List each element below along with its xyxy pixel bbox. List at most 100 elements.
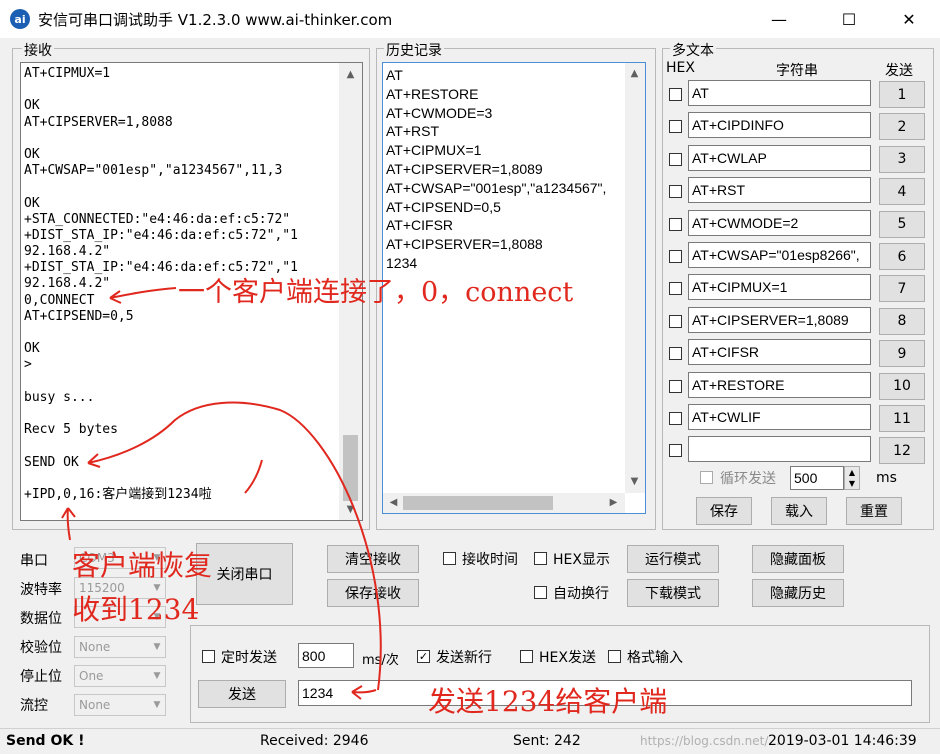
hex-checkbox-7[interactable] [669,282,682,296]
history-item[interactable]: AT+RST [386,122,622,141]
multitext-input-5[interactable]: AT+CWMODE=2 [688,209,871,236]
reset-multitext-button[interactable]: 重置 [846,497,902,525]
databits-label: 数据位 [20,611,62,627]
receive-line [24,82,298,98]
scroll-right-icon[interactable]: ▶ [605,494,622,511]
ai-thinker-logo-icon: ai [10,9,30,29]
multitext-send-button-3[interactable]: 3 [879,145,925,173]
hex-checkbox-10[interactable] [669,379,682,393]
maximize-button[interactable]: ☐ [826,0,872,38]
multitext-send-button-9[interactable]: 9 [879,340,925,368]
send-button[interactable]: 发送 [198,680,286,708]
loop-interval-input[interactable]: 500 [790,466,844,490]
download-mode-button[interactable]: 下载模式 [627,579,719,607]
history-vscrollbar[interactable]: ▲ ▼ [625,63,645,493]
multitext-send-button-4[interactable]: 4 [879,178,925,206]
multitext-input-7[interactable]: AT+CIPMUX=1 [688,274,871,301]
scroll-thumb[interactable] [343,435,358,501]
recv-time-checkbox[interactable] [443,552,456,565]
multitext-input-3[interactable]: AT+CWLAP [688,144,871,171]
hex-checkbox-2[interactable] [669,120,682,134]
history-item[interactable]: AT [386,66,622,85]
history-item[interactable]: AT+CWMODE=3 [386,104,622,123]
annotation-client-reply-2: 收到1234 [72,593,200,626]
multitext-input-6[interactable]: AT+CWSAP="01esp8266", [688,242,871,268]
chevron-down-icon: ▼ [153,700,161,710]
stopbits-select[interactable]: One ▼ [74,665,166,687]
hex-checkbox-4[interactable] [669,185,682,199]
run-mode-button[interactable]: 运行模式 [627,545,719,573]
multitext-send-button-6[interactable]: 6 [879,243,925,270]
hex-checkbox-9[interactable] [669,347,682,361]
multitext-send-button-8[interactable]: 8 [879,307,925,335]
hex-send-label: HEX发送 [539,650,596,666]
multitext-input-9[interactable]: AT+CIFSR [688,339,871,366]
multitext-title: 多文本 [670,40,716,60]
multitext-send-button-1[interactable]: 1 [879,81,925,108]
loop-interval-spinner[interactable]: ▲ ▼ [844,466,860,490]
multitext-input-4[interactable]: AT+RST [688,177,871,204]
timed-send-checkbox[interactable] [202,650,215,663]
multitext-send-button-7[interactable]: 7 [879,275,925,303]
format-input-checkbox[interactable] [608,650,621,663]
multitext-input-11[interactable]: AT+CWLIF [688,404,871,430]
timed-send-label: 定时发送 [221,650,277,666]
history-item[interactable]: AT+CIPMUX=1 [386,141,622,160]
save-multitext-button[interactable]: 保存 [696,497,752,525]
hide-history-button[interactable]: 隐藏历史 [752,579,844,607]
multitext-send-button-11[interactable]: 11 [879,405,925,432]
scroll-up-icon[interactable]: ▲ [626,65,643,82]
receive-line [24,406,298,422]
receive-line: +STA_CONNECTED:"e4:46:da:ef:c5:72" [24,211,291,227]
load-multitext-button[interactable]: 载入 [771,497,827,525]
history-item[interactable]: AT+CIFSR [386,216,622,235]
flow-select[interactable]: None ▼ [74,694,166,716]
hex-send-checkbox[interactable] [520,650,533,663]
loop-send-checkbox[interactable] [700,471,713,484]
hex-checkbox-12[interactable] [669,444,682,458]
chevron-down-icon: ▼ [153,671,161,681]
minimize-button[interactable]: — [756,0,802,38]
multitext-send-button-10[interactable]: 10 [879,372,925,400]
send-interval-input[interactable]: 800 [298,643,354,668]
hex-checkbox-5[interactable] [669,217,682,231]
multitext-send-button-12[interactable]: 12 [879,437,925,465]
scroll-up-icon[interactable]: ▲ [342,66,359,83]
multitext-input-12[interactable] [688,436,871,463]
receive-line [24,179,298,195]
multitext-input-1[interactable]: AT [688,80,871,106]
scroll-down-icon[interactable]: ▼ [342,501,359,518]
hex-display-checkbox[interactable] [534,552,547,565]
history-hscrollbar[interactable]: ◀ ▶ [383,493,625,513]
hex-checkbox-3[interactable] [669,152,682,166]
history-item[interactable]: AT+CIPSERVER=1,8088 [386,235,622,254]
receive-line: OK [24,98,40,114]
hex-checkbox-8[interactable] [669,314,682,328]
hex-checkbox-6[interactable] [669,250,682,263]
scroll-left-icon[interactable]: ◀ [385,494,402,511]
scroll-down-icon[interactable]: ▼ [626,473,643,490]
hide-panel-button[interactable]: 隐藏面板 [752,545,844,573]
parity-select[interactable]: None ▼ [74,636,166,658]
history-item[interactable]: AT+CWSAP="001esp","a1234567", [386,179,622,198]
hscroll-thumb[interactable] [403,496,553,510]
multitext-input-8[interactable]: AT+CIPSERVER=1,8089 [688,306,871,333]
history-item[interactable]: AT+CIPSERVER=1,8089 [386,160,622,179]
auto-wrap-checkbox[interactable] [534,586,547,599]
multitext-input-10[interactable]: AT+RESTORE [688,371,871,398]
multitext-input-2[interactable]: AT+CIPDINFO [688,112,871,139]
hex-checkbox-11[interactable] [669,412,682,425]
save-receive-button[interactable]: 保存接收 [327,579,419,607]
hex-checkbox-1[interactable] [669,88,682,101]
receive-line [24,374,298,390]
clear-receive-button[interactable]: 清空接收 [327,545,419,573]
multitext-send-button-2[interactable]: 2 [879,113,925,141]
multitext-send-button-5[interactable]: 5 [879,210,925,238]
history-item[interactable]: AT+CIPSEND=0,5 [386,198,622,217]
history-item[interactable]: AT+RESTORE [386,85,622,104]
send-newline-checkbox[interactable]: ✓ [417,650,430,663]
receive-line: OK [24,146,40,162]
receive-line: SEND OK [24,454,79,470]
close-button[interactable]: ✕ [886,0,932,38]
receive-line: 92.168.4.2" [24,244,111,260]
